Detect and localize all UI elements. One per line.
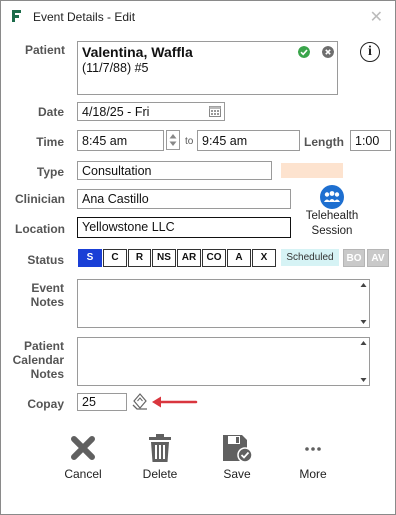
- event-notes-label-2: Notes: [30, 295, 64, 309]
- app-logo-icon: [12, 10, 21, 22]
- event-notes-field[interactable]: [77, 279, 370, 328]
- date-field[interactable]: 4/18/25 - Fri: [77, 102, 225, 121]
- status-label: Status: [27, 253, 64, 267]
- patient-label: Patient: [24, 43, 65, 57]
- patient-box[interactable]: Valentina, Waffla (11/7/88) #5: [77, 41, 338, 95]
- calendar-icon[interactable]: [209, 106, 221, 117]
- clinician-value: Ana Castillo: [82, 192, 149, 206]
- time-spinner[interactable]: [166, 130, 180, 150]
- remove-icon[interactable]: [322, 46, 334, 58]
- telehealth-icon[interactable]: [320, 185, 344, 209]
- location-value: Yellowstone LLC: [82, 220, 175, 234]
- title-bar: Event Details - Edit ✕: [1, 1, 395, 31]
- delete-label: Delete: [142, 467, 178, 481]
- more-label: More: [299, 467, 327, 481]
- status-button-ar[interactable]: AR: [177, 249, 201, 267]
- length-label: Length: [304, 135, 344, 149]
- telehealth-label-2[interactable]: Session: [299, 225, 365, 237]
- status-button-c[interactable]: C: [103, 249, 127, 267]
- pcn-label-3: Notes: [30, 367, 64, 381]
- payment-icon[interactable]: [131, 392, 149, 412]
- copay-field[interactable]: 25: [77, 393, 127, 411]
- type-field[interactable]: Consultation: [77, 161, 272, 180]
- type-color-swatch[interactable]: [281, 163, 343, 178]
- window-title: Event Details - Edit: [33, 10, 136, 24]
- save-icon: [223, 435, 253, 463]
- date-value: 4/18/25 - Fri: [82, 105, 150, 119]
- length-field[interactable]: 1:00: [350, 130, 391, 151]
- length-value: 1:00: [355, 134, 380, 148]
- check-icon[interactable]: [298, 46, 310, 58]
- status-state-text: Scheduled: [281, 249, 339, 266]
- location-field[interactable]: Yellowstone LLC: [77, 217, 291, 238]
- type-value: Consultation: [82, 164, 152, 178]
- status-button-av[interactable]: AV: [367, 249, 389, 267]
- arrow-icon: [152, 396, 198, 408]
- cancel-x-icon: [71, 436, 95, 460]
- pcn-label-2: Calendar: [12, 353, 64, 367]
- more-icon: [305, 447, 321, 451]
- event-notes-label-1: Event: [31, 281, 64, 295]
- time-to-label: to: [185, 136, 194, 147]
- trash-icon: [149, 434, 171, 462]
- clinician-label: Clinician: [15, 192, 66, 206]
- clinician-field[interactable]: Ana Castillo: [77, 189, 291, 209]
- save-label: Save: [223, 467, 251, 481]
- spinner-arrows-icon: [169, 134, 177, 146]
- type-label: Type: [36, 165, 64, 179]
- event-notes-scrollbar[interactable]: [358, 280, 369, 327]
- status-button-co[interactable]: CO: [202, 249, 226, 267]
- status-button-a[interactable]: A: [227, 249, 251, 267]
- status-button-r[interactable]: R: [128, 249, 151, 267]
- status-button-bo[interactable]: BO: [343, 249, 365, 267]
- save-button[interactable]: Save: [207, 433, 267, 481]
- start-time-field[interactable]: 8:45 am: [77, 130, 164, 151]
- cancel-button[interactable]: Cancel: [53, 433, 113, 481]
- patient-info: (11/7/88) #5: [82, 61, 149, 75]
- start-time-value: 8:45 am: [82, 134, 128, 148]
- end-time-value: 9:45 am: [202, 134, 248, 148]
- telehealth-label-1[interactable]: Telehealth: [299, 210, 365, 222]
- location-label: Location: [15, 222, 65, 236]
- patient-name: Valentina, Waffla: [82, 44, 193, 60]
- event-details-window: Event Details - Edit ✕ Patient Valentina…: [0, 0, 396, 515]
- info-icon[interactable]: i: [360, 42, 380, 62]
- status-button-ns[interactable]: NS: [152, 249, 176, 267]
- patient-calendar-notes-field[interactable]: [77, 337, 370, 386]
- pcn-scrollbar[interactable]: [358, 338, 369, 385]
- status-button-x[interactable]: X: [252, 249, 276, 267]
- end-time-field[interactable]: 9:45 am: [197, 130, 300, 151]
- close-icon[interactable]: ✕: [370, 7, 383, 27]
- pcn-label-1: Patient: [23, 339, 64, 353]
- copay-value: 25: [82, 395, 96, 409]
- time-label: Time: [36, 135, 64, 149]
- delete-button[interactable]: Delete: [130, 433, 190, 481]
- copay-label: Copay: [27, 397, 64, 411]
- cancel-label: Cancel: [64, 467, 102, 481]
- date-label: Date: [37, 105, 64, 119]
- more-button[interactable]: More: [283, 433, 343, 481]
- status-button-s[interactable]: S: [78, 249, 102, 267]
